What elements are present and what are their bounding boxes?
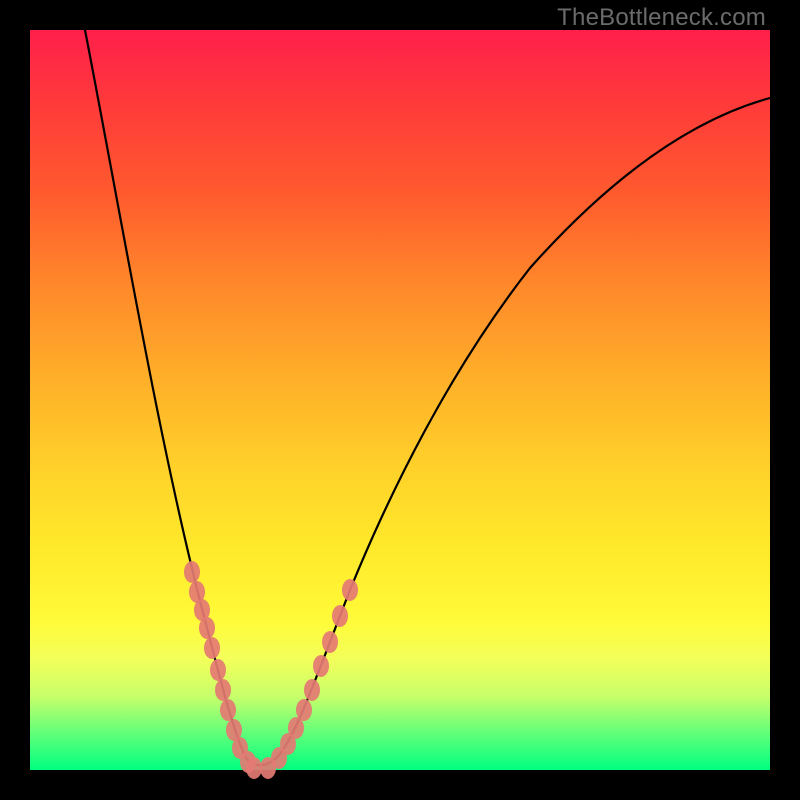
data-marker: [199, 617, 215, 639]
data-marker: [184, 561, 200, 583]
data-marker: [246, 757, 262, 779]
chart-frame: TheBottleneck.com: [0, 0, 800, 800]
data-marker: [296, 699, 312, 721]
data-marker: [342, 579, 358, 601]
data-marker: [332, 605, 348, 627]
data-marker: [210, 659, 226, 681]
data-marker: [215, 679, 231, 701]
data-marker: [313, 655, 329, 677]
bottleneck-curve: [85, 30, 770, 765]
data-marker: [204, 637, 220, 659]
watermark-text: TheBottleneck.com: [557, 4, 766, 32]
data-marker: [322, 631, 338, 653]
data-marker: [304, 679, 320, 701]
plot-area: [30, 30, 770, 770]
data-marker: [220, 699, 236, 721]
marker-group: [184, 561, 358, 779]
chart-svg: [30, 30, 770, 770]
